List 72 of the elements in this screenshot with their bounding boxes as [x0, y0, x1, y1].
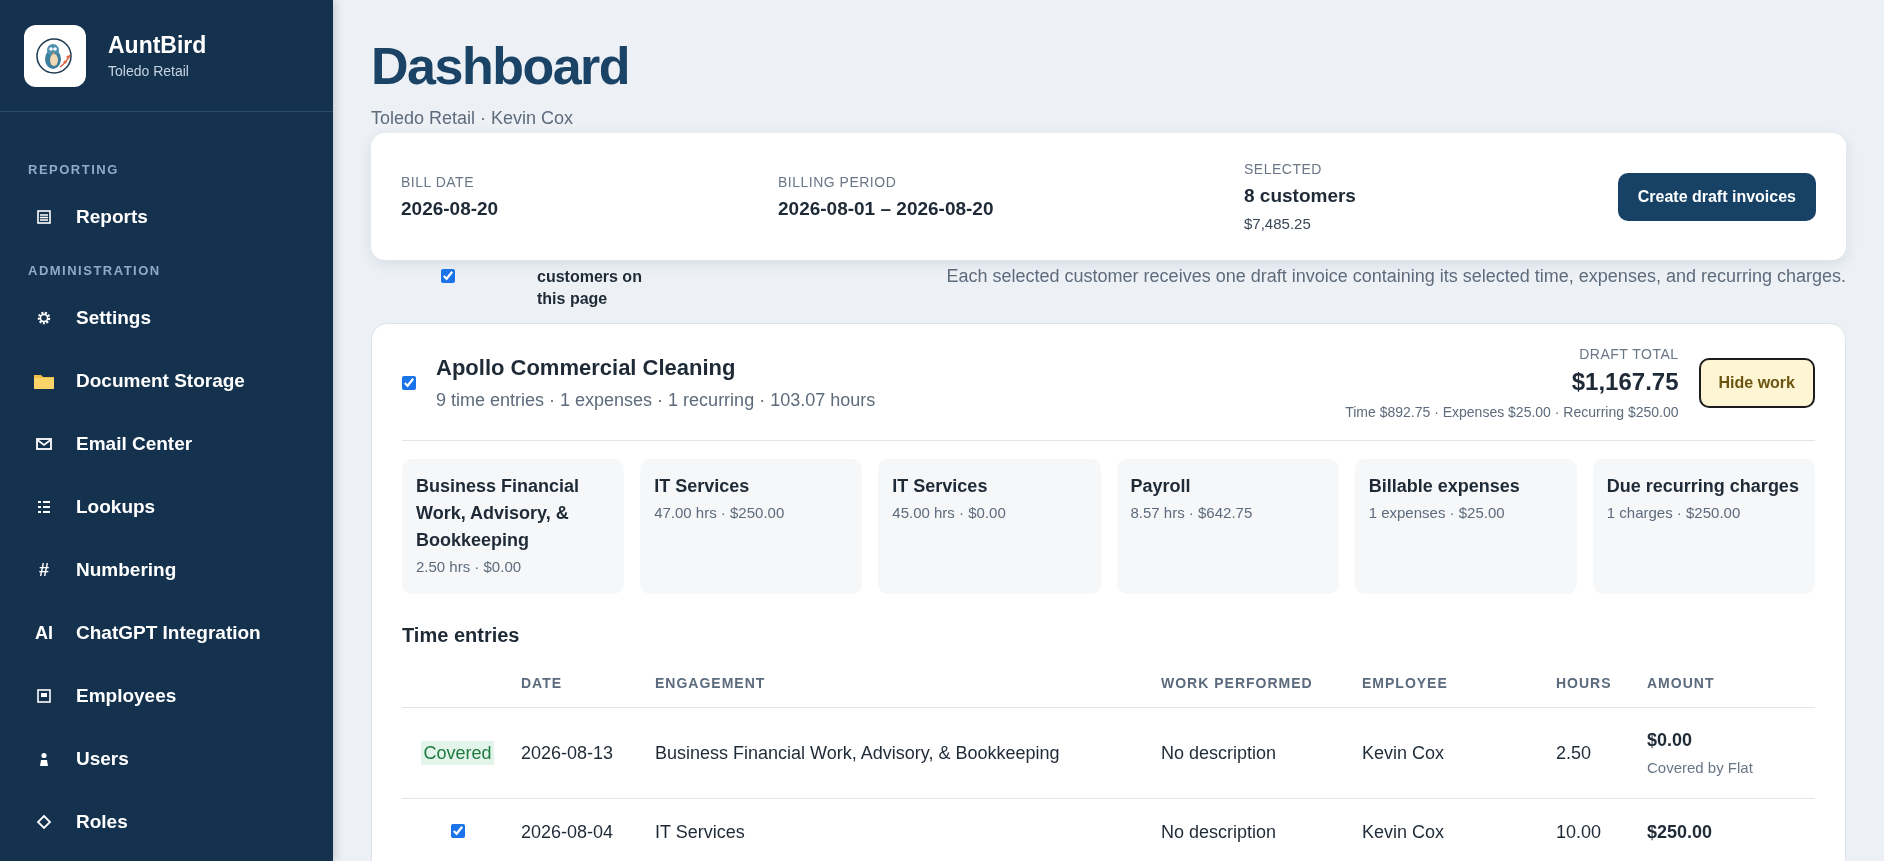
- column-header: WORK PERFORMED: [1153, 665, 1354, 708]
- row-checkbox[interactable]: [450, 824, 465, 839]
- field-label: SELECTED: [1244, 161, 1323, 177]
- page-subtitle: Toledo Retail · Kevin Cox: [371, 108, 575, 129]
- app-name: AuntBird: [108, 32, 207, 59]
- column-header: ENGAGEMENT: [647, 665, 1153, 708]
- tile-title: Due recurring charges: [1606, 475, 1800, 499]
- table-cell: Kevin Cox: [1354, 707, 1548, 799]
- table-cell: 2026-08-13: [513, 707, 647, 799]
- sidebar-item[interactable]: Document Storage: [28, 359, 317, 403]
- table-cell: No description: [1153, 798, 1354, 861]
- table-cell: 2.50: [1548, 707, 1639, 799]
- draft-total: $1,167.75: [1570, 368, 1679, 397]
- page-title: Dashboard: [371, 36, 631, 96]
- field-label: BILLING PERIOD: [778, 173, 898, 190]
- tile-detail: 47.00 hrs · $250.00: [654, 504, 786, 522]
- column-header: AMOUNT: [1639, 665, 1815, 708]
- bird-logo-icon: [24, 24, 86, 87]
- sidebar-item[interactable]: Lookups: [28, 485, 317, 529]
- selected-total: $7,485.25: [1244, 215, 1312, 232]
- select-all-checkbox[interactable]: [441, 269, 455, 283]
- hide-work-button[interactable]: Hide work: [1698, 358, 1815, 409]
- customer-name: Apollo Commercial Cleaning: [436, 355, 737, 382]
- table-cell: IT Services: [647, 798, 1153, 861]
- tile-title: Billable expenses: [1368, 475, 1521, 499]
- amount-note: Covered by Flat: [1647, 759, 1754, 777]
- table-cell: 10.00: [1548, 798, 1639, 861]
- sidebar-item[interactable]: # Numbering: [28, 548, 317, 592]
- sidebar-item[interactable]: Settings: [28, 296, 317, 340]
- field-label: BILL DATE: [401, 173, 475, 190]
- column-header: DATE: [513, 665, 647, 708]
- table-cell: No description: [1153, 707, 1354, 799]
- total-breakdown: Time $892.75 · Expenses $25.00 · Recurring $250.00: [1345, 404, 1679, 421]
- tile-detail: 2.50 hrs · $0.00: [416, 558, 523, 576]
- tile-detail: 1 expenses · $25.00: [1368, 504, 1506, 522]
- tile-detail: 1 charges · $250.00: [1606, 504, 1742, 522]
- column-header: EMPLOYEE: [1354, 665, 1548, 708]
- selection-note: Each selected customer receives one draft invoice containing its selected time, expenses, and recurring charges.: [946, 266, 1846, 287]
- glyph-icon: #: [32, 559, 56, 581]
- field-value: 8 customers: [1244, 185, 1357, 207]
- table-cell: Kevin Cox: [1354, 798, 1548, 861]
- status-badge: Covered: [421, 740, 494, 765]
- field-value: 2026-08-20: [401, 197, 500, 220]
- tile-title: IT Services: [892, 475, 989, 499]
- tile-title: IT Services: [654, 475, 751, 499]
- sidebar-item[interactable]: Employees: [28, 674, 317, 718]
- amount-value: $0.00: [1647, 730, 1694, 752]
- amount-value: $250.00: [1647, 821, 1714, 843]
- sidebar-item[interactable]: Roles: [28, 800, 317, 844]
- customer-checkbox[interactable]: [402, 376, 416, 391]
- create-invoices-button[interactable]: Create draft invoices: [1617, 172, 1816, 221]
- select-all-label: customers on this page: [537, 267, 643, 309]
- section-heading: REPORTING: [28, 162, 120, 177]
- folder-icon: [32, 372, 56, 390]
- organization-name: Toledo Retail: [108, 63, 190, 79]
- sidebar-item[interactable]: AI ChatGPT Integration: [28, 611, 317, 655]
- table-cell: Business Financial Work, Advisory, & Bookkeeping: [647, 707, 1153, 799]
- tile-title: Payroll: [1130, 475, 1192, 499]
- sidebar-item[interactable]: Reports: [28, 195, 317, 239]
- column-header: HOURS: [1548, 665, 1639, 708]
- section-title: Time entries: [402, 624, 521, 648]
- sidebar-item[interactable]: Users: [28, 737, 317, 781]
- customer-stats: 9 time entries · 1 expenses · 1 recurring · 103.07 hours: [436, 390, 877, 412]
- section-heading: ADMINISTRATION: [28, 263, 162, 278]
- tile-title: Business Financial Work, Advisory, & Bookkeeping: [416, 475, 581, 553]
- field-value: 2026-08-01 – 2026-08-20: [778, 197, 995, 220]
- sidebar-item[interactable]: Email Center: [28, 422, 317, 466]
- glyph-icon: AI: [32, 622, 56, 644]
- tile-detail: 45.00 hrs · $0.00: [892, 504, 1007, 522]
- table-cell: 2026-08-04: [513, 798, 647, 861]
- tile-detail: 8.57 hrs · $642.75: [1130, 504, 1254, 522]
- total-label: DRAFT TOTAL: [1578, 346, 1679, 363]
